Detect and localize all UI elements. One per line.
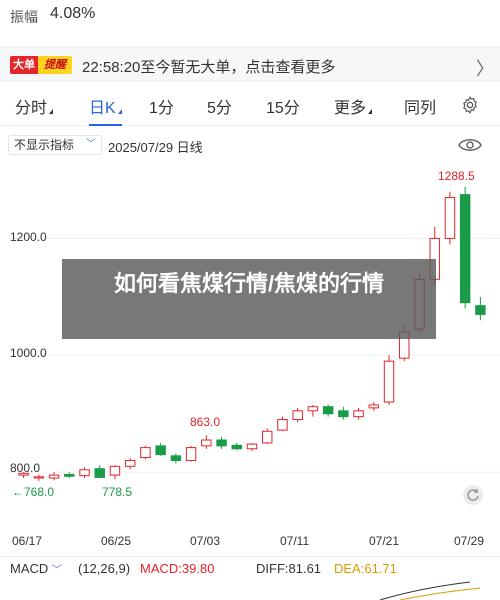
chevron-right-icon[interactable]: 〉 xyxy=(476,55,494,81)
big-order-logo-part2: 提醒 xyxy=(38,56,72,74)
period-tabs: 分时 日K 1分 5分 15分 更多 同列 xyxy=(0,86,500,126)
candle-up xyxy=(368,404,380,409)
title-overlay: 如何看焦煤行情/焦煤的行情 xyxy=(62,259,436,339)
macd-name: MACD xyxy=(10,561,49,576)
candle-up xyxy=(292,410,303,421)
tab-peers[interactable]: 同列 xyxy=(404,94,436,118)
candle-up xyxy=(109,465,121,476)
eye-icon[interactable] xyxy=(458,136,482,154)
tab-more[interactable]: 更多 xyxy=(334,94,373,118)
candle-down xyxy=(64,473,75,477)
macd-value: MACD:39.80 xyxy=(140,561,215,576)
tab-label: 5分 xyxy=(207,100,232,117)
refresh-icon[interactable] xyxy=(462,484,484,506)
min-price-label: ←768.0 xyxy=(12,485,55,499)
candle-down xyxy=(170,455,182,461)
candle-down xyxy=(94,468,105,478)
candle-down xyxy=(338,410,349,418)
caret-icon xyxy=(117,109,122,114)
candle-down xyxy=(322,406,334,415)
candle-up xyxy=(262,430,273,444)
big-order-text[interactable]: 22:58:20至今暂无大单，点击查看更多 xyxy=(82,56,335,77)
candle-up xyxy=(124,459,136,467)
amplitude-label: 振幅 xyxy=(10,9,38,25)
macd-select[interactable]: MACD ﹀ xyxy=(10,561,62,576)
tab-label: 更多 xyxy=(334,100,367,117)
tab-1min[interactable]: 1分 xyxy=(149,94,174,118)
caret-icon xyxy=(49,109,54,114)
candle-up xyxy=(383,360,395,403)
kline-chart-svg xyxy=(8,186,500,481)
price-mark-label: 863.0 xyxy=(190,415,221,429)
tab-label: 1分 xyxy=(149,100,174,117)
diff-value: DIFF:81.61 xyxy=(256,561,322,576)
date-tick: 07/11 xyxy=(280,534,310,548)
tab-timeshare[interactable]: 分时 xyxy=(15,94,54,118)
macd-params: (12,26,9) xyxy=(78,561,131,576)
y-tick-label: 1200.0 xyxy=(10,230,47,244)
caret-icon xyxy=(368,109,373,114)
date-tick: 07/03 xyxy=(190,534,221,548)
candle-up xyxy=(201,439,212,447)
indicator-row: 不显示指标 ﹀ 2025/07/29 日线 xyxy=(0,132,500,158)
date-tick: 07/21 xyxy=(369,534,400,548)
candle-up xyxy=(444,197,456,239)
candle-up xyxy=(353,410,364,418)
date-tick: 06/25 xyxy=(101,534,132,548)
candle-up xyxy=(185,447,197,461)
amplitude-value: 4.08% xyxy=(50,5,96,22)
candle-up xyxy=(246,443,258,450)
indicator-select[interactable]: 不显示指标 ﹀ xyxy=(8,135,102,155)
y-tick-label: 1000.0 xyxy=(10,346,47,360)
tab-label: 日K xyxy=(89,100,116,117)
dea-line xyxy=(399,587,481,600)
y-tick-label: 800.0 xyxy=(10,461,41,475)
chevron-down-icon: ﹀ xyxy=(86,139,96,150)
tab-label: 分时 xyxy=(15,100,48,117)
dea-value: DEA:61.71 xyxy=(334,561,397,576)
indicator-select-label: 不显示指标 xyxy=(14,138,75,152)
candle-up xyxy=(307,406,319,412)
amplitude-strip: 振幅 4.08% xyxy=(0,0,500,34)
date-tick: 06/17 xyxy=(12,534,43,548)
candle-down xyxy=(459,194,471,304)
kline-chart[interactable]: 1200.0 1000.0 800.0 1288.5 ←768.0 863.0 … xyxy=(8,160,500,530)
macd-row: MACD ﹀ (12,26,9) MACD:39.80 DIFF:81.61 D… xyxy=(0,556,500,580)
date-tick: 07/29 xyxy=(454,534,485,548)
overlay-title: 如何看焦煤行情/焦煤的行情 xyxy=(113,271,385,296)
max-price-label: 1288.5 xyxy=(438,169,475,183)
chart-date-label: 2025/07/29 日线 xyxy=(108,140,203,155)
candle-down xyxy=(475,305,486,315)
candle-down xyxy=(216,439,227,447)
big-order-logo-part1: 大单 xyxy=(10,56,38,74)
candle-up xyxy=(79,469,90,477)
date-axis: 06/17 06/25 07/03 07/11 07/21 07/29 xyxy=(0,532,500,552)
tab-daily-k[interactable]: 日K xyxy=(89,94,122,126)
candle-up xyxy=(33,476,45,479)
candle-down xyxy=(155,445,166,456)
candle-up xyxy=(140,447,151,459)
candle-up xyxy=(48,474,60,479)
candle-up xyxy=(277,419,288,431)
candle-down xyxy=(231,444,242,450)
tab-label: 同列 xyxy=(404,100,437,117)
price-mark-label: 778.5 xyxy=(102,485,133,499)
big-order-bar[interactable]: 大单 提醒 22:58:20至今暂无大单，点击查看更多 〉 xyxy=(0,46,500,82)
tab-15min[interactable]: 15分 xyxy=(266,94,300,118)
chevron-down-icon: ﹀ xyxy=(51,565,62,576)
big-order-logo: 大单 提醒 xyxy=(10,56,72,74)
tab-label: 15分 xyxy=(266,100,300,117)
macd-chart xyxy=(379,581,481,600)
gear-icon[interactable] xyxy=(460,95,480,115)
tab-5min[interactable]: 5分 xyxy=(207,94,232,118)
